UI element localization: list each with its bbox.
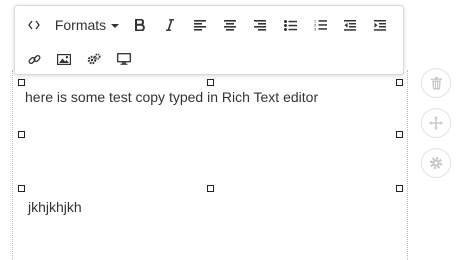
resize-handle-middle-right[interactable] [396, 131, 403, 138]
resize-handle-top-left[interactable] [18, 79, 25, 86]
resize-handle-bottom-right[interactable] [396, 185, 403, 192]
align-left-icon [194, 19, 206, 31]
resize-handle-middle-left[interactable] [18, 131, 25, 138]
editor-toolbar: Formats 1 2 3 [14, 5, 404, 75]
italic-icon [166, 19, 174, 31]
italic-button[interactable] [157, 12, 183, 38]
source-code-button[interactable] [21, 12, 47, 38]
move-icon [429, 116, 443, 130]
link-button[interactable] [21, 46, 47, 72]
resize-handle-bottom-center[interactable] [207, 185, 214, 192]
align-left-button[interactable] [187, 12, 213, 38]
move-block-button[interactable] [421, 108, 451, 138]
image-icon [57, 53, 71, 65]
bullet-list-icon [283, 19, 297, 31]
align-right-icon [254, 19, 266, 31]
block-settings-button[interactable] [421, 148, 451, 178]
align-right-button[interactable] [247, 12, 273, 38]
align-center-icon [224, 19, 236, 31]
image-button[interactable] [51, 46, 77, 72]
preview-button[interactable] [111, 46, 137, 72]
numbered-list-button[interactable]: 1 2 3 [307, 12, 333, 38]
formats-dropdown[interactable]: Formats [51, 12, 123, 38]
align-center-button[interactable] [217, 12, 243, 38]
trash-icon [430, 76, 442, 89]
formats-label: Formats [54, 17, 107, 33]
outdent-icon [344, 19, 356, 31]
numbered-list-icon: 1 2 3 [314, 19, 327, 31]
resize-handle-top-right[interactable] [396, 79, 403, 86]
gears-icon [87, 53, 101, 65]
bold-button[interactable] [127, 12, 153, 38]
gear-icon [429, 156, 443, 170]
editor-text-line-1[interactable]: here is some test copy typed in Rich Tex… [25, 89, 318, 105]
chevron-down-icon [111, 24, 120, 28]
resize-handle-top-center[interactable] [207, 79, 214, 86]
indent-button[interactable] [367, 12, 393, 38]
bullet-list-button[interactable] [277, 12, 303, 38]
monitor-icon [117, 53, 131, 65]
svg-text:3: 3 [314, 27, 317, 32]
delete-block-button[interactable] [421, 68, 451, 98]
settings-button[interactable] [81, 46, 107, 72]
editor-text-line-2[interactable]: jkhjkhjkh [28, 199, 82, 215]
link-icon [28, 54, 40, 64]
bold-icon [135, 19, 145, 31]
indent-icon [374, 19, 386, 31]
outdent-button[interactable] [337, 12, 363, 38]
code-icon [28, 20, 40, 30]
resize-handle-bottom-left[interactable] [18, 185, 25, 192]
